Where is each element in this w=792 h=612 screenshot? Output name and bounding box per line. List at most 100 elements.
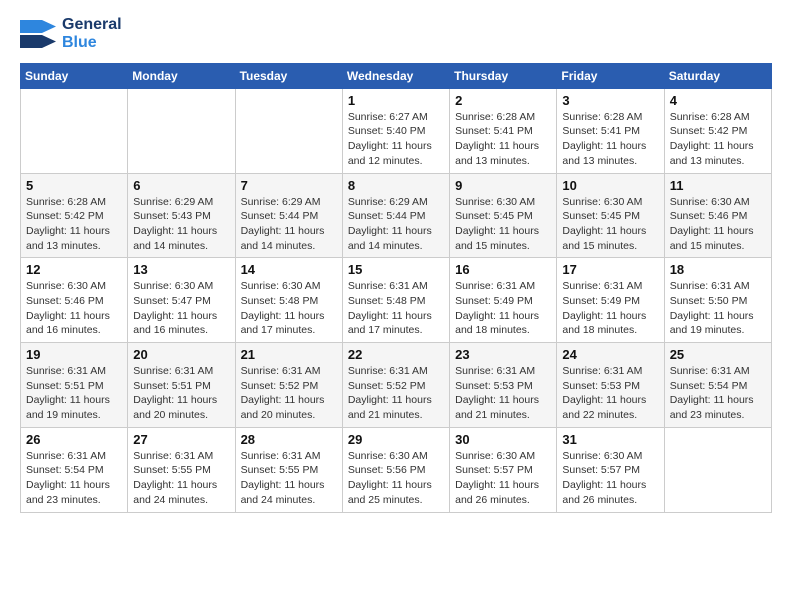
day-info: Sunrise: 6:31 AMSunset: 5:55 PMDaylight:…	[133, 449, 229, 508]
weekday-header-row: SundayMondayTuesdayWednesdayThursdayFrid…	[21, 63, 772, 88]
calendar-cell: 18Sunrise: 6:31 AMSunset: 5:50 PMDayligh…	[664, 258, 771, 343]
calendar-cell: 29 Sunrise: 6:30 AMSunset: 5:56 PMDayligh…	[342, 427, 449, 512]
weekday-header-tuesday: Tuesday	[235, 63, 342, 88]
day-info: Sunrise: 6:31 AMSunset: 5:51 PMDaylight:…	[133, 364, 229, 423]
day-number: 14	[241, 262, 337, 277]
day-number: 5	[26, 178, 122, 193]
weekday-header-monday: Monday	[128, 63, 235, 88]
day-info: Sunrise: 6:31 AMSunset: 5:53 PMDaylight:…	[562, 364, 658, 423]
day-info: Sunrise: 6:28 AMSunset: 5:42 PMDaylight:…	[670, 110, 766, 169]
logo: General Blue	[20, 16, 122, 53]
day-info: Sunrise: 6:30 AMSunset: 5:57 PMDaylight:…	[455, 449, 551, 508]
day-info: Sunrise: 6:30 AMSunset: 5:57 PMDaylight:…	[562, 449, 658, 508]
day-number: 24	[562, 347, 658, 362]
calendar-cell: 10 Sunrise: 6:30 AMSunset: 5:45 PMDayligh…	[557, 173, 664, 258]
day-number: 9	[455, 178, 551, 193]
calendar-cell	[128, 88, 235, 173]
day-info: Sunrise: 6:30 AMSunset: 5:47 PMDaylight:…	[133, 279, 229, 338]
day-info: Sunrise: 6:31 AMSunset: 5:53 PMDaylight:…	[455, 364, 551, 423]
weekday-header-thursday: Thursday	[450, 63, 557, 88]
calendar-week-5: 26 Sunrise: 6:31 AMSunset: 5:54 PMDayligh…	[21, 427, 772, 512]
day-number: 4	[670, 93, 766, 108]
day-number: 19	[26, 347, 122, 362]
calendar-cell: 7 Sunrise: 6:29 AMSunset: 5:44 PMDaylight…	[235, 173, 342, 258]
day-number: 27	[133, 432, 229, 447]
day-info: Sunrise: 6:31 AMSunset: 5:54 PMDaylight:…	[670, 364, 766, 423]
calendar-cell: 5 Sunrise: 6:28 AMSunset: 5:42 PMDaylight…	[21, 173, 128, 258]
day-number: 25	[670, 347, 766, 362]
calendar-cell: 6 Sunrise: 6:29 AMSunset: 5:43 PMDaylight…	[128, 173, 235, 258]
calendar-cell: 23 Sunrise: 6:31 AMSunset: 5:53 PMDayligh…	[450, 343, 557, 428]
day-number: 16	[455, 262, 551, 277]
calendar-cell: 21 Sunrise: 6:31 AMSunset: 5:52 PMDayligh…	[235, 343, 342, 428]
calendar-cell: 13 Sunrise: 6:30 AMSunset: 5:47 PMDayligh…	[128, 258, 235, 343]
calendar-cell: 19Sunrise: 6:31 AMSunset: 5:51 PMDayligh…	[21, 343, 128, 428]
day-info: Sunrise: 6:28 AMSunset: 5:42 PMDaylight:…	[26, 195, 122, 254]
calendar-cell: 15 Sunrise: 6:31 AMSunset: 5:48 PMDayligh…	[342, 258, 449, 343]
day-number: 13	[133, 262, 229, 277]
day-number: 7	[241, 178, 337, 193]
weekday-header-sunday: Sunday	[21, 63, 128, 88]
day-number: 23	[455, 347, 551, 362]
day-info: Sunrise: 6:31 AMSunset: 5:54 PMDaylight:…	[26, 449, 122, 508]
day-info: Sunrise: 6:31 AMSunset: 5:55 PMDaylight:…	[241, 449, 337, 508]
day-number: 12	[26, 262, 122, 277]
calendar-cell: 2 Sunrise: 6:28 AMSunset: 5:41 PMDaylight…	[450, 88, 557, 173]
day-info: Sunrise: 6:30 AMSunset: 5:45 PMDaylight:…	[455, 195, 551, 254]
calendar-cell: 16 Sunrise: 6:31 AMSunset: 5:49 PMDayligh…	[450, 258, 557, 343]
calendar-cell: 4 Sunrise: 6:28 AMSunset: 5:42 PMDaylight…	[664, 88, 771, 173]
day-number: 15	[348, 262, 444, 277]
calendar-week-2: 5 Sunrise: 6:28 AMSunset: 5:42 PMDaylight…	[21, 173, 772, 258]
day-info: Sunrise: 6:30 AMSunset: 5:46 PMDaylight:…	[26, 279, 122, 338]
day-number: 6	[133, 178, 229, 193]
header: General Blue	[20, 16, 772, 53]
calendar-cell: 3 Sunrise: 6:28 AMSunset: 5:41 PMDaylight…	[557, 88, 664, 173]
day-number: 1	[348, 93, 444, 108]
day-info: Sunrise: 6:30 AMSunset: 5:45 PMDaylight:…	[562, 195, 658, 254]
day-info: Sunrise: 6:29 AMSunset: 5:44 PMDaylight:…	[241, 195, 337, 254]
logo-icon	[20, 20, 56, 48]
calendar-table: SundayMondayTuesdayWednesdayThursdayFrid…	[20, 63, 772, 513]
day-info: Sunrise: 6:27 AMSunset: 5:40 PMDaylight:…	[348, 110, 444, 169]
day-info: Sunrise: 6:29 AMSunset: 5:43 PMDaylight:…	[133, 195, 229, 254]
day-info: Sunrise: 6:31 AMSunset: 5:49 PMDaylight:…	[562, 279, 658, 338]
day-info: Sunrise: 6:30 AMSunset: 5:56 PMDaylight:…	[348, 449, 444, 508]
calendar-cell	[21, 88, 128, 173]
logo-blue: Blue	[62, 34, 122, 52]
day-info: Sunrise: 6:31 AMSunset: 5:52 PMDaylight:…	[241, 364, 337, 423]
page: General Blue SundayMondayTuesdayWednesda…	[0, 0, 792, 612]
calendar-cell: 9 Sunrise: 6:30 AMSunset: 5:45 PMDaylight…	[450, 173, 557, 258]
day-number: 2	[455, 93, 551, 108]
day-number: 8	[348, 178, 444, 193]
day-number: 18	[670, 262, 766, 277]
day-number: 17	[562, 262, 658, 277]
calendar-cell: 14 Sunrise: 6:30 AMSunset: 5:48 PMDayligh…	[235, 258, 342, 343]
calendar-cell	[235, 88, 342, 173]
day-number: 3	[562, 93, 658, 108]
day-number: 21	[241, 347, 337, 362]
day-number: 29	[348, 432, 444, 447]
day-number: 26	[26, 432, 122, 447]
day-info: Sunrise: 6:28 AMSunset: 5:41 PMDaylight:…	[455, 110, 551, 169]
calendar-cell: 12 Sunrise: 6:30 AMSunset: 5:46 PMDayligh…	[21, 258, 128, 343]
day-info: Sunrise: 6:31 AMSunset: 5:48 PMDaylight:…	[348, 279, 444, 338]
day-number: 10	[562, 178, 658, 193]
calendar-week-1: 1 Sunrise: 6:27 AMSunset: 5:40 PMDaylight…	[21, 88, 772, 173]
day-info: Sunrise: 6:30 AMSunset: 5:48 PMDaylight:…	[241, 279, 337, 338]
day-info: Sunrise: 6:31 AMSunset: 5:52 PMDaylight:…	[348, 364, 444, 423]
calendar-cell: 22Sunrise: 6:31 AMSunset: 5:52 PMDayligh…	[342, 343, 449, 428]
weekday-header-saturday: Saturday	[664, 63, 771, 88]
calendar-cell: 30Sunrise: 6:30 AMSunset: 5:57 PMDayligh…	[450, 427, 557, 512]
day-number: 31	[562, 432, 658, 447]
day-info: Sunrise: 6:28 AMSunset: 5:41 PMDaylight:…	[562, 110, 658, 169]
weekday-header-wednesday: Wednesday	[342, 63, 449, 88]
day-info: Sunrise: 6:31 AMSunset: 5:49 PMDaylight:…	[455, 279, 551, 338]
logo-general: General	[62, 16, 122, 34]
weekday-header-friday: Friday	[557, 63, 664, 88]
calendar-cell: 27 Sunrise: 6:31 AMSunset: 5:55 PMDayligh…	[128, 427, 235, 512]
day-info: Sunrise: 6:30 AMSunset: 5:46 PMDaylight:…	[670, 195, 766, 254]
calendar-cell: 24 Sunrise: 6:31 AMSunset: 5:53 PMDayligh…	[557, 343, 664, 428]
day-info: Sunrise: 6:29 AMSunset: 5:44 PMDaylight:…	[348, 195, 444, 254]
calendar-week-4: 19 Sunrise: 6:31 AMSunset: 5:51 PMDayligh…	[21, 343, 772, 428]
calendar-cell: 8 Sunrise: 6:29 AMSunset: 5:44 PMDaylight…	[342, 173, 449, 258]
